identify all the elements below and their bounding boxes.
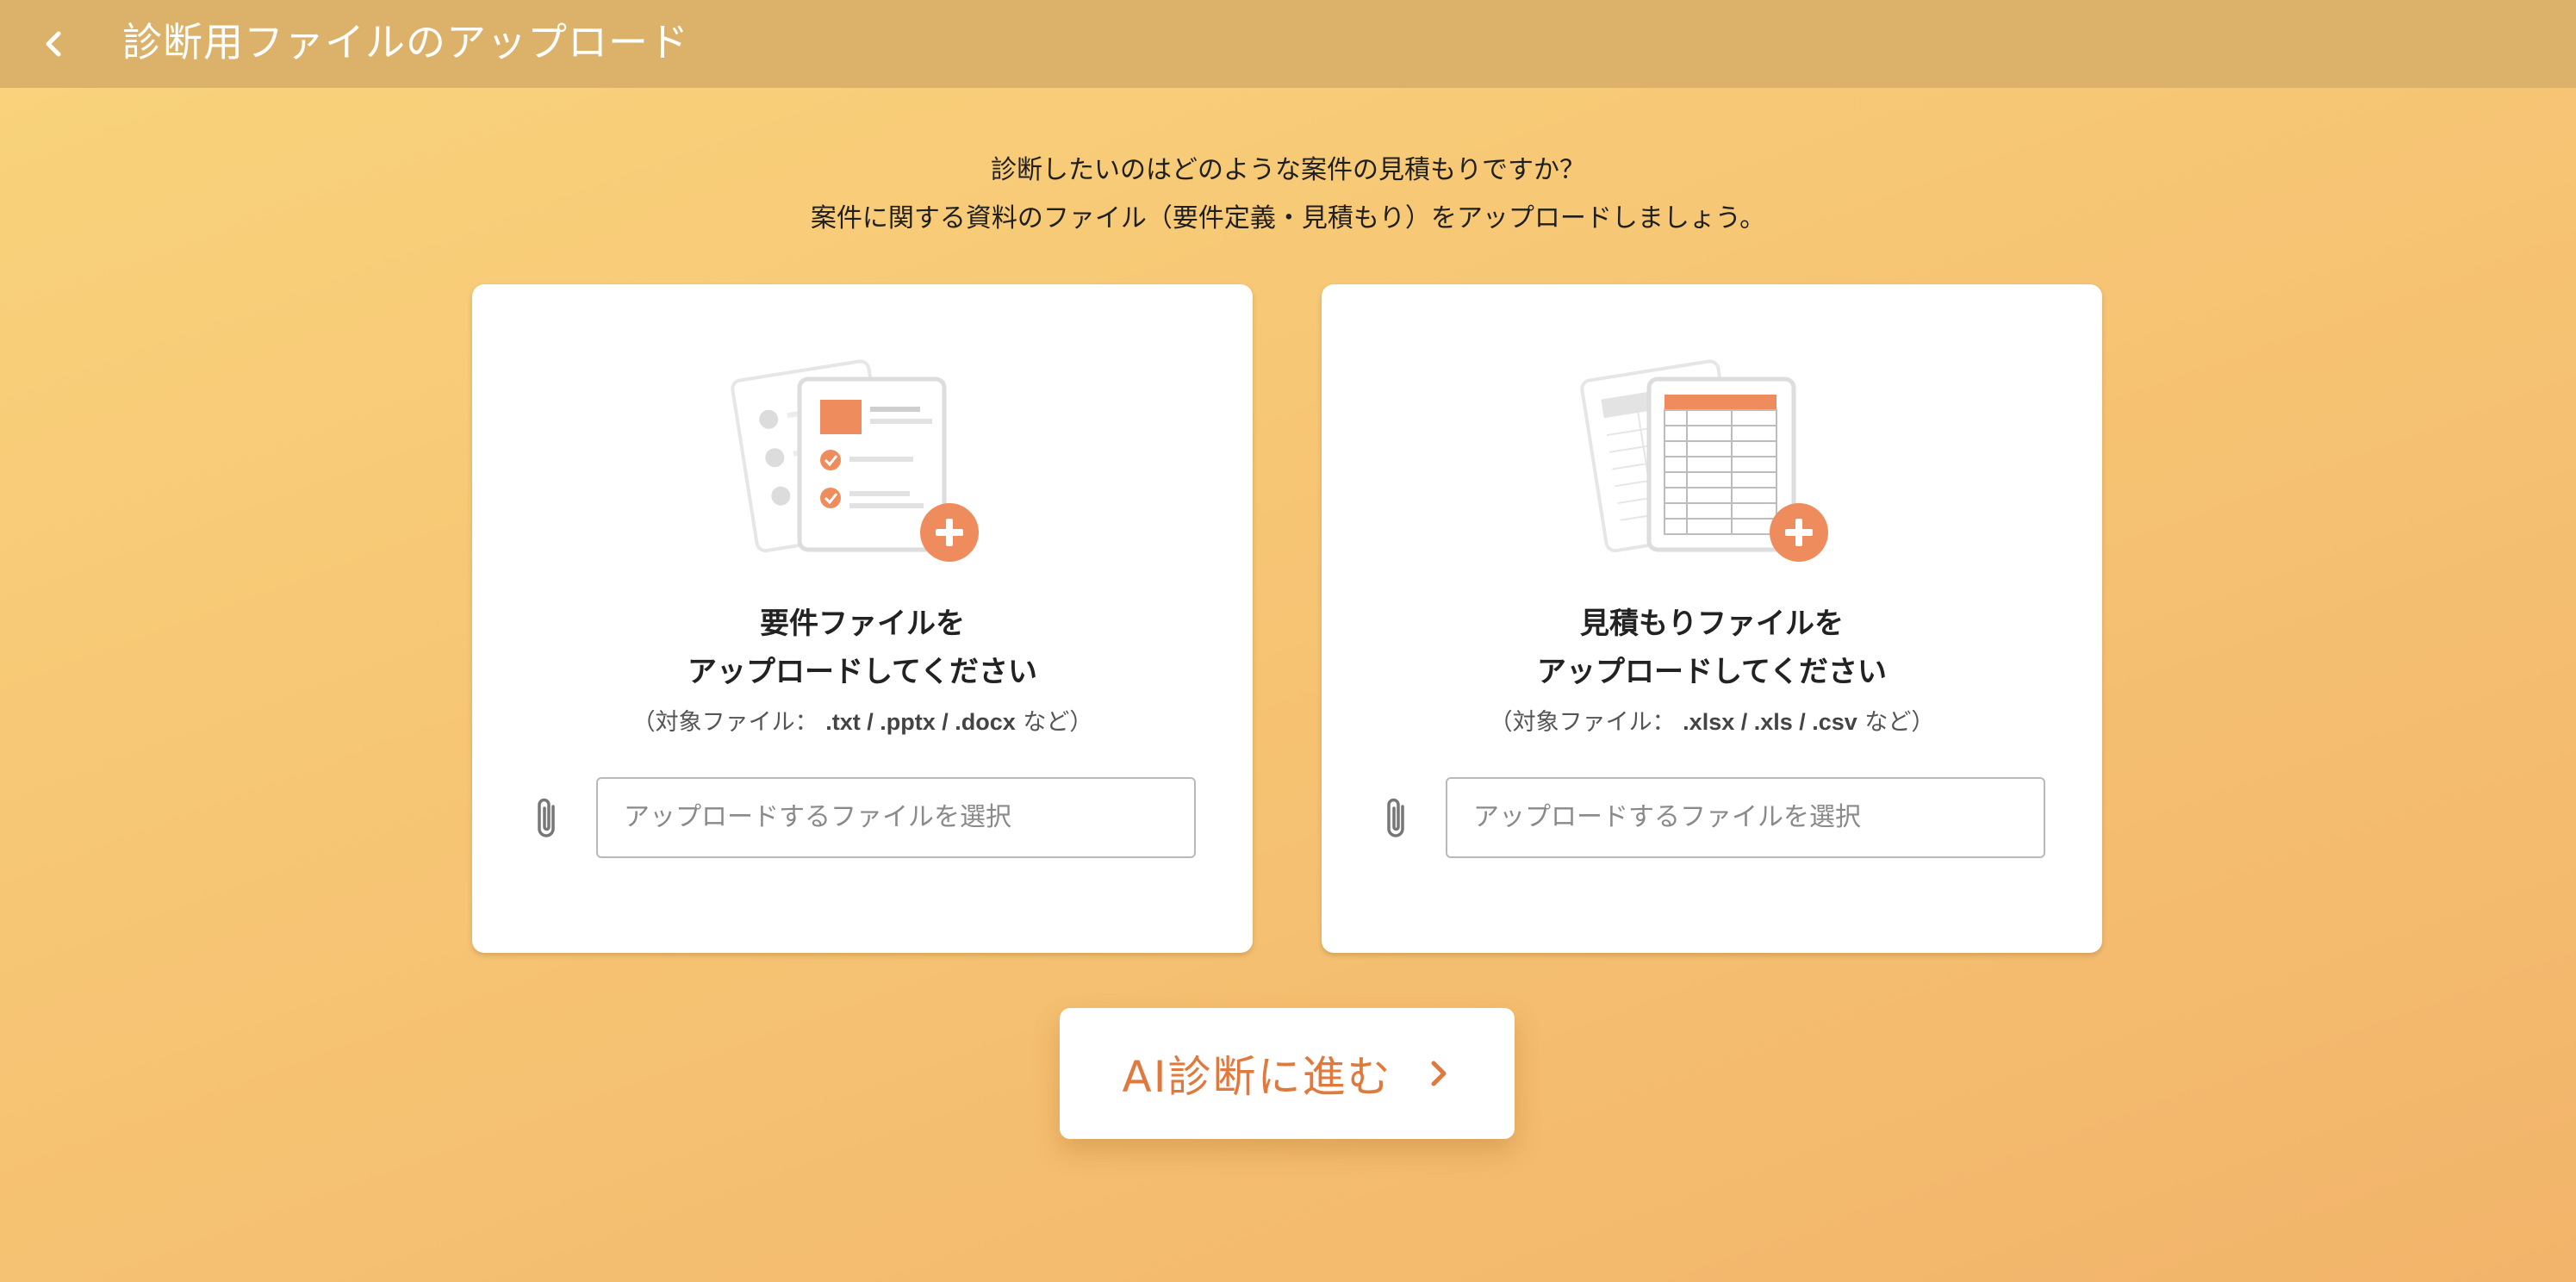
file-types-extensions: .txt / .pptx / .docx (825, 709, 1016, 735)
requirements-heading-line2: アップロードしてください (688, 655, 1037, 689)
requirements-file-input[interactable]: アップロードするファイルを選択 (596, 777, 1196, 858)
file-types-suffix: など） (1864, 709, 1935, 736)
proceed-to-ai-diagnosis-button[interactable]: AI診断に進む (1060, 1008, 1515, 1139)
file-types-prefix: （対象ファイル： (1489, 709, 1676, 736)
chevron-right-icon (1431, 1061, 1447, 1086)
intro-line-2: 案件に関する資料のファイル（要件定義・見積もり）をアップロードしましょう。 (810, 203, 1766, 233)
proceed-button-label: AI診断に進む (1122, 1052, 1392, 1102)
estimate-heading-line1: 見積もりファイルを (1580, 607, 1844, 641)
requirements-document-add-icon (731, 359, 979, 562)
file-types-prefix: （対象ファイル： (632, 709, 818, 736)
file-types-extensions: .xlsx / .xls / .csv (1683, 709, 1857, 735)
file-types-suffix: など） (1023, 709, 1093, 736)
estimate-file-types: （対象ファイル： .xlsx / .xls / .csv など） (1322, 703, 2102, 737)
paperclip-icon (538, 798, 555, 837)
estimate-heading-line2: アップロードしてください (1537, 655, 1887, 689)
estimate-heading: 見積もりファイルを アップロードしてください (1322, 600, 2102, 696)
estimate-spreadsheet-add-icon (1580, 359, 1828, 562)
chevron-left-icon (46, 31, 61, 57)
estimate-file-input[interactable]: アップロードするファイルを選択 (1446, 777, 2045, 858)
estimate-upload-card: 見積もりファイルを アップロードしてください （対象ファイル： .xlsx / … (1322, 284, 2102, 953)
intro-text: 診断したいのはどのような案件の見積もりですか？ 案件に関する資料のファイル（要件… (0, 146, 2576, 243)
paperclip-icon (1387, 798, 1404, 837)
requirements-heading-line1: 要件ファイルを (760, 607, 965, 641)
requirements-upload-card: 要件ファイルを アップロードしてください （対象ファイル： .txt / .pp… (472, 284, 1253, 953)
intro-line-1: 診断したいのはどのような案件の見積もりですか？ (991, 155, 1585, 185)
requirements-file-types: （対象ファイル： .txt / .pptx / .docx など） (472, 703, 1253, 737)
back-button[interactable] (26, 16, 83, 72)
requirements-heading: 要件ファイルを アップロードしてください (472, 600, 1253, 696)
app-header: 診断用ファイルのアップロード (0, 0, 2576, 88)
page-title: 診断用ファイルのアップロード (122, 19, 689, 65)
